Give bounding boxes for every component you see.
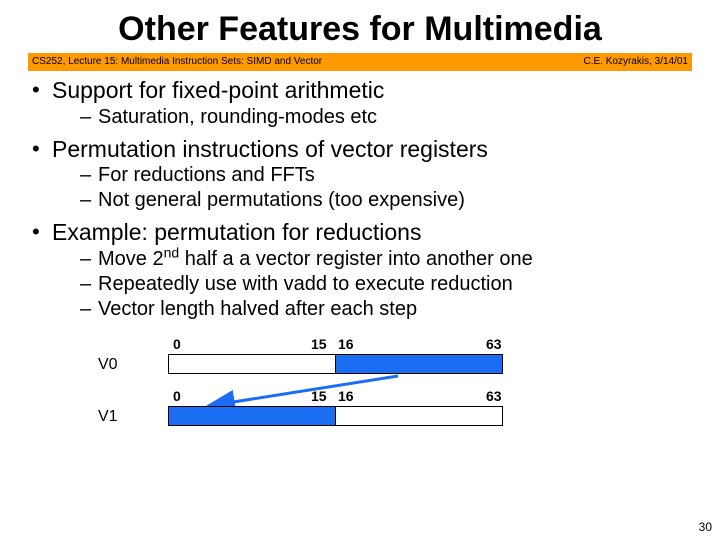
bullet-2-sub: For reductions and FFTs Not general perm… (52, 163, 692, 213)
v0-seg-low (169, 355, 335, 373)
bullet-3-text: Example: permutation for reductions (52, 219, 421, 245)
v1-seg-low (169, 407, 335, 425)
bullet-list: Support for fixed-point arithmetic Satur… (28, 77, 692, 322)
banner: CS252, Lecture 15: Multimedia Instructio… (28, 53, 692, 71)
bullet-3-sub-3: Vector length halved after each step (80, 297, 692, 322)
v1-seg-high (335, 407, 502, 425)
tick-63a: 63 (486, 336, 502, 352)
bullet-1-sub-1: Saturation, rounding-modes etc (80, 105, 692, 130)
bullet-3-sub-2: Repeatedly use with vadd to execute redu… (80, 272, 692, 297)
bullet-3-sub-1: Move 2nd half a a vector register into a… (80, 247, 692, 272)
bullet-3-sub-1-pre: Move 2 (98, 248, 164, 270)
banner-left: CS252, Lecture 15: Multimedia Instructio… (32, 53, 322, 71)
tick-15a: 15 (311, 336, 327, 352)
label-v0: V0 (98, 356, 118, 374)
v0-seg-high (335, 355, 502, 373)
bullet-1-sub: Saturation, rounding-modes etc (52, 105, 692, 130)
bullet-1: Support for fixed-point arithmetic Satur… (28, 77, 692, 130)
bullet-2: Permutation instructions of vector regis… (28, 136, 692, 214)
tick-63b: 63 (486, 388, 502, 404)
slide-title: Other Features for Multimedia (28, 10, 692, 49)
bullet-2-sub-1: For reductions and FFTs (80, 163, 692, 188)
bullet-2-text: Permutation instructions of vector regis… (52, 136, 488, 162)
register-v1 (168, 406, 503, 426)
bullet-1-text: Support for fixed-point arithmetic (52, 77, 384, 103)
tick-16a: 16 (338, 336, 354, 352)
register-v0 (168, 354, 503, 374)
page-number: 30 (699, 520, 712, 534)
bullet-3: Example: permutation for reductions Move… (28, 219, 692, 322)
tick-0a: 0 (173, 336, 181, 352)
permutation-diagram: 0 15 16 63 V0 0 15 16 63 V1 (98, 336, 598, 456)
slide: Other Features for Multimedia CS252, Lec… (0, 0, 720, 540)
bullet-2-sub-2: Not general permutations (too expensive) (80, 188, 692, 213)
bullet-3-sub-1-post: half a a vector register into another on… (179, 248, 533, 270)
banner-right: C.E. Kozyrakis, 3/14/01 (584, 53, 689, 71)
bullet-3-sub: Move 2nd half a a vector register into a… (52, 247, 692, 322)
bullet-3-sub-1-sup: nd (164, 244, 180, 260)
label-v1: V1 (98, 408, 118, 426)
